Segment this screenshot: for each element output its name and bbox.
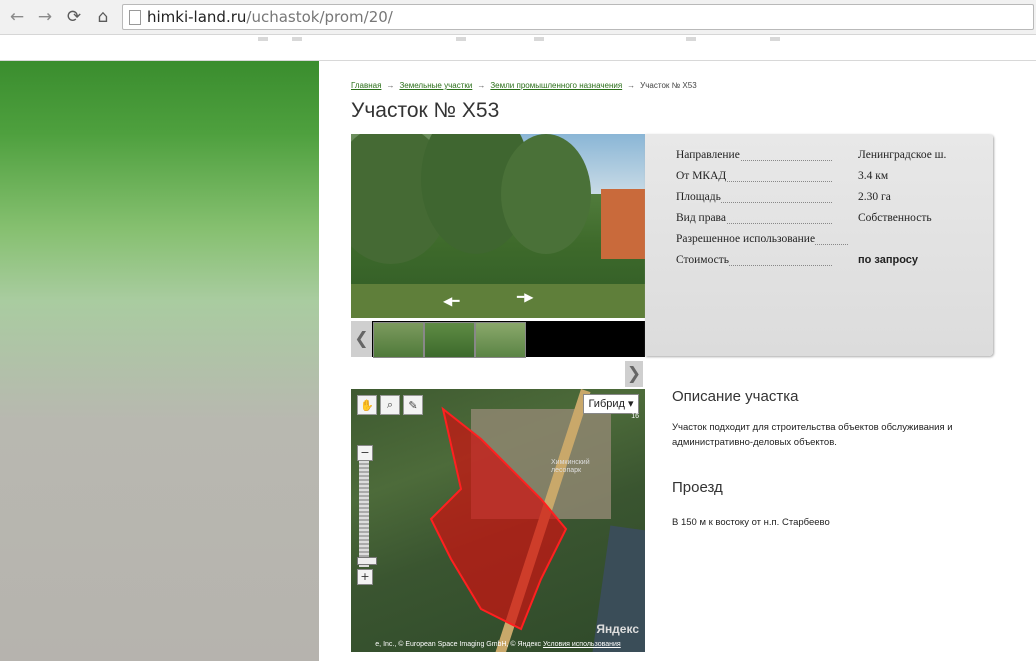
forward-icon[interactable]: → xyxy=(34,6,56,28)
magnifier-icon[interactable]: ⌕ xyxy=(380,395,400,415)
pano-arrow-right-icon[interactable]: ━▶ xyxy=(517,290,533,304)
bookmarks-bar xyxy=(0,35,1036,61)
map-terms-link[interactable]: Условия использования xyxy=(543,641,621,648)
map-type-select[interactable]: Гибрид ▾ xyxy=(583,394,639,414)
breadcrumb: Главная → Земельные участки → Земли промышле… xyxy=(351,81,697,90)
thumbnail[interactable] xyxy=(475,322,526,358)
info-row-distance: От МКАД 3.4 км xyxy=(676,170,889,182)
back-icon[interactable]: ← xyxy=(6,6,28,28)
zoom-slider[interactable] xyxy=(357,461,377,567)
hand-icon[interactable]: ✋ xyxy=(357,395,377,415)
address-bar[interactable]: himki-land.ru/uchastok/prom/20/ xyxy=(122,4,1034,30)
description-text: Участок подходит для строительства объек… xyxy=(672,421,953,448)
thumbnail-strip: ❮ xyxy=(351,321,645,358)
photo-gallery: ◀━ ━▶ ❮ xyxy=(351,134,645,358)
price-value: по запросу xyxy=(858,254,919,266)
map-copyright: e, Inc., © European Space Imaging GmbH, … xyxy=(375,641,621,648)
home-icon[interactable]: ⌂ xyxy=(92,6,114,28)
breadcrumb-link-industrial[interactable]: Земли промышленного назначения xyxy=(490,81,622,90)
reload-icon[interactable]: ⟳ xyxy=(63,6,85,28)
breadcrumb-link-plots[interactable]: Земельные участки xyxy=(399,81,472,90)
breadcrumb-current: Участок № Х53 xyxy=(640,81,697,90)
travel-text: В 150 м к востоку от н.п. Старбеево xyxy=(672,516,830,528)
thumbnail[interactable] xyxy=(424,322,475,358)
map-widget[interactable]: Химкинский лесопарк ✋ ⌕ ✎ − + Гибрид ▾ 1… xyxy=(351,389,645,652)
info-row-usage: Разрешенное использование xyxy=(676,233,976,251)
travel-heading: Проезд xyxy=(672,479,723,496)
zoom-in-button[interactable]: + xyxy=(357,569,373,585)
page-icon xyxy=(129,10,141,25)
info-row-price: Стоимость по запросу xyxy=(676,254,919,266)
thumbnail[interactable] xyxy=(373,322,424,358)
url-text: himki-land.ru/uchastok/prom/20/ xyxy=(147,8,393,26)
main-content: Главная → Земельные участки → Земли промышле… xyxy=(319,61,1036,661)
browser-toolbar: ← → ⟳ ⌂ himki-land.ru/uchastok/prom/20/ xyxy=(0,0,1036,35)
chevron-right-icon[interactable]: ❯ xyxy=(625,361,643,387)
map-zoom-label: 16 xyxy=(631,413,639,420)
zoom-control: − + xyxy=(357,445,377,585)
map-place-label: Химкинский лесопарк xyxy=(551,459,590,474)
map-logo: Яндекс xyxy=(596,622,639,636)
zoom-slider-handle[interactable] xyxy=(357,557,377,565)
plot-info-panel: Направление Ленинградское ш. От МКАД 3.4… xyxy=(645,134,993,356)
zoom-out-button[interactable]: − xyxy=(357,445,373,461)
description-heading: Описание участка xyxy=(672,388,799,405)
pano-arrow-left-icon[interactable]: ◀━ xyxy=(443,294,459,308)
info-row-area: Площадь 2.30 га xyxy=(676,191,891,203)
chevron-left-icon[interactable]: ❮ xyxy=(351,321,372,357)
breadcrumb-link-home[interactable]: Главная xyxy=(351,81,381,90)
info-row-ownership: Вид права Собственность xyxy=(676,212,932,224)
map-overlay xyxy=(429,406,568,631)
page-title: Участок № Х53 xyxy=(351,99,500,122)
ruler-icon[interactable]: ✎ xyxy=(403,395,423,415)
info-row-direction: Направление Ленинградское ш. xyxy=(676,149,947,161)
map-toolbar: ✋ ⌕ ✎ xyxy=(357,395,423,415)
land-parcel-polygon xyxy=(429,406,568,631)
main-photo[interactable]: ◀━ ━▶ xyxy=(351,134,645,318)
